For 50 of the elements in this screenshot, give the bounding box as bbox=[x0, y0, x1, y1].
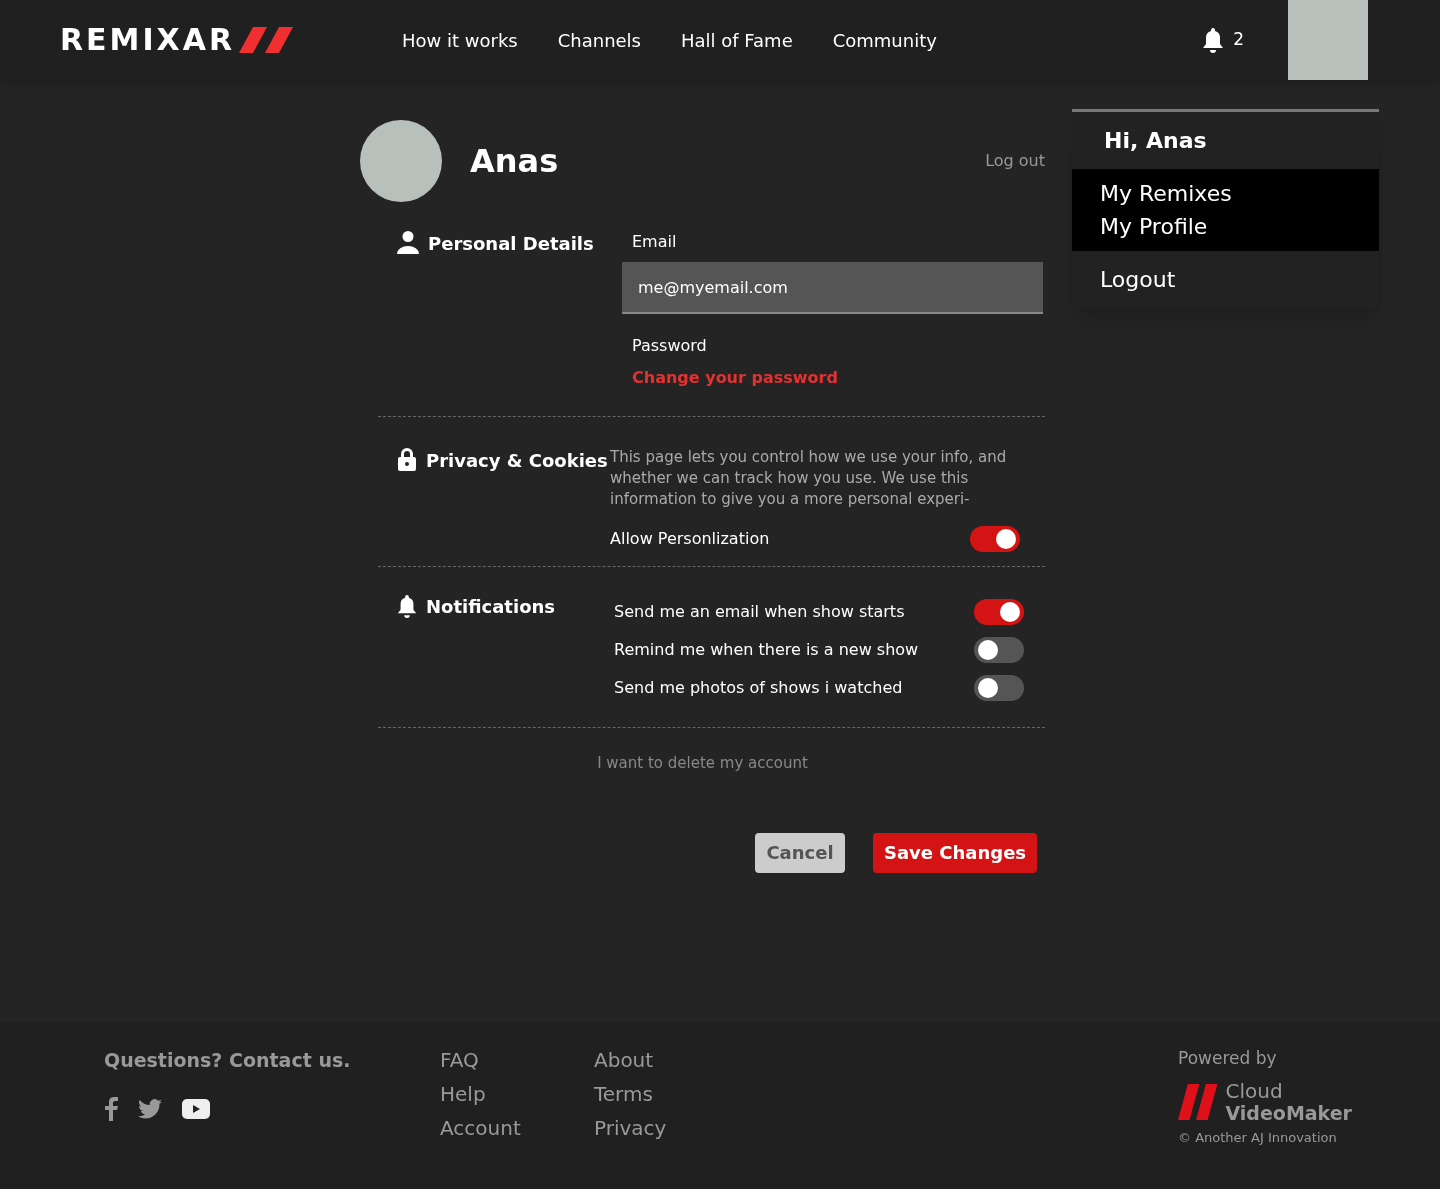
toggle-label: Send me photos of shows i watched bbox=[614, 677, 903, 699]
privacy-description: This page lets you control how we use your info, and whether we can track how you use. We use this information to give you a more personal experi- bbox=[610, 447, 1008, 510]
toggle-label: Allow Personlization bbox=[610, 528, 770, 550]
toggle-switch[interactable] bbox=[974, 637, 1024, 663]
profile-name: Anas bbox=[470, 141, 559, 182]
powered-by-text: Powered by bbox=[1178, 1047, 1278, 1070]
notification-count: 2 bbox=[1233, 28, 1244, 52]
nav-link[interactable]: Channels bbox=[557, 26, 641, 54]
field-label: Password bbox=[632, 335, 708, 357]
nav-link[interactable]: How it works bbox=[402, 26, 518, 54]
logout-menu-item[interactable]: Logout bbox=[1072, 251, 1204, 296]
logo-text[interactable]: REMIXAR bbox=[60, 25, 236, 55]
field-label: Email bbox=[632, 231, 678, 253]
menu-item[interactable]: My Profile bbox=[1100, 210, 1351, 243]
greeting: Hi, Anas bbox=[1103, 127, 1208, 155]
email-field[interactable]: me@myemail.com bbox=[622, 262, 1043, 314]
padlock-icon bbox=[396, 447, 418, 471]
delete-account-link[interactable]: I want to delete my account bbox=[597, 752, 808, 775]
brand-name: Cloud bbox=[1225, 1079, 1284, 1102]
footer-link[interactable]: Terms bbox=[594, 1080, 667, 1108]
section-heading: Personal Details bbox=[428, 232, 594, 256]
facebook-icon[interactable] bbox=[104, 1096, 118, 1121]
bell-icon[interactable] bbox=[1201, 27, 1226, 53]
section-heading: Privacy & Cookies bbox=[426, 449, 608, 473]
twitter-icon[interactable] bbox=[138, 1098, 162, 1119]
footer-link[interactable]: FAQ bbox=[440, 1046, 594, 1074]
copyright-text: © Another AJ Innovation bbox=[1178, 1128, 1338, 1147]
toggle-label: Send me an email when show starts bbox=[614, 601, 905, 623]
video-play-icon[interactable] bbox=[182, 1098, 210, 1119]
bell-icon bbox=[396, 593, 418, 619]
toggle-switch[interactable] bbox=[974, 675, 1024, 701]
slashes-icon bbox=[239, 27, 294, 53]
cancel-button[interactable]: Cancel bbox=[755, 832, 845, 873]
log-out-link[interactable]: Log out bbox=[985, 149, 1045, 173]
nav-link[interactable]: Community bbox=[832, 26, 937, 54]
brand-name: VideoMaker bbox=[1225, 1101, 1352, 1124]
toggle-switch[interactable] bbox=[970, 526, 1020, 552]
change-password-link[interactable]: Change your password bbox=[632, 366, 1045, 390]
toggle-switch[interactable] bbox=[974, 599, 1024, 625]
footer-link[interactable]: Account bbox=[440, 1114, 594, 1142]
contact-heading: Questions? Contact us. bbox=[104, 1048, 352, 1073]
section-heading: Notifications bbox=[426, 595, 556, 619]
footer-link[interactable]: Help bbox=[440, 1080, 594, 1108]
save-changes-button[interactable]: Save Changes bbox=[873, 832, 1037, 873]
footer-link[interactable]: Privacy bbox=[594, 1114, 667, 1142]
footer-link[interactable]: About bbox=[594, 1046, 667, 1074]
nav-link[interactable]: Hall of Fame bbox=[681, 26, 793, 54]
person-icon bbox=[396, 230, 420, 254]
menu-item[interactable]: My Remixes bbox=[1100, 177, 1351, 210]
toggle-label: Remind me when there is a new show bbox=[614, 639, 919, 661]
